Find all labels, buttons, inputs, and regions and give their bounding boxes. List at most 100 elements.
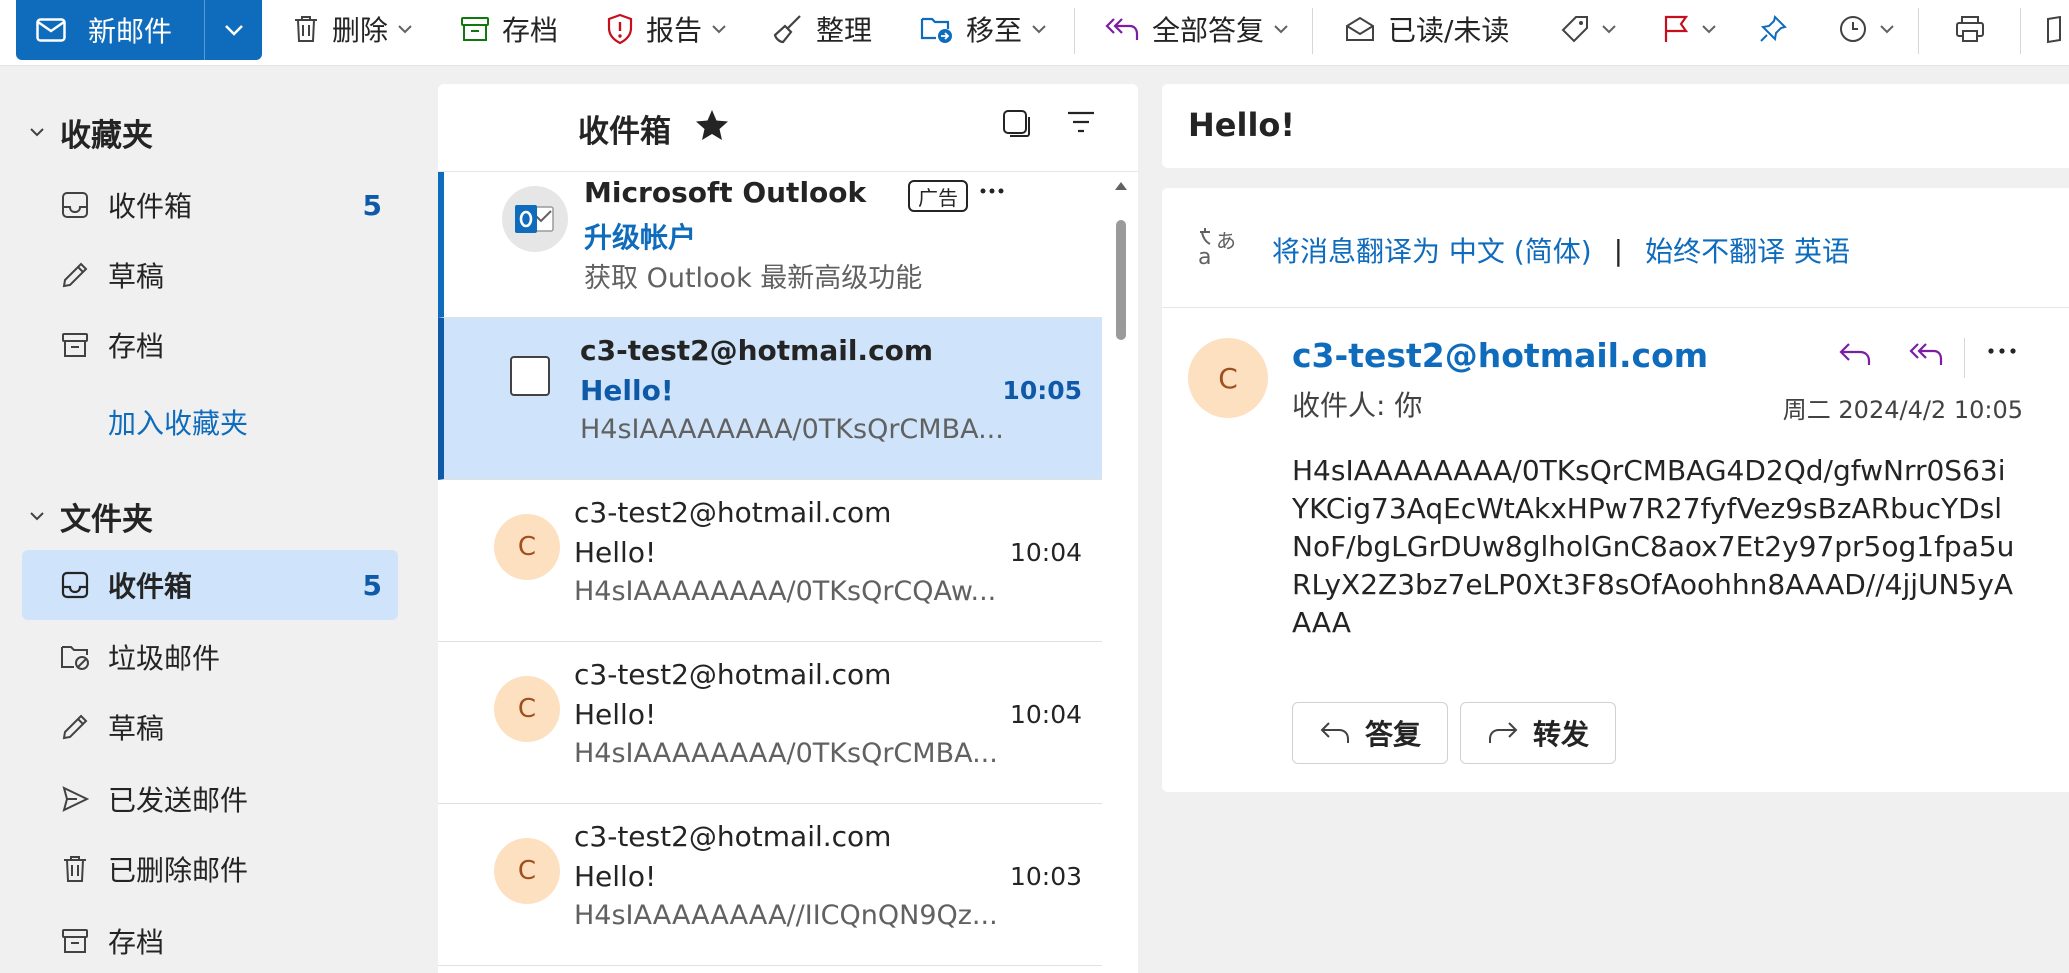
message-row[interactable]: c3-test2@hotmail.com Hello! 10:05 H4sIAA…	[438, 318, 1102, 480]
message-row[interactable]: C c3-test2@hotmail.com Hello! 10:04 H4sI…	[438, 642, 1102, 804]
immersive-reader-button[interactable]	[2046, 0, 2069, 58]
message-time: 10:05	[1002, 376, 1082, 405]
translate-message-link[interactable]: 将消息翻译为 中文 (简体)	[1272, 230, 1592, 270]
snooze-button[interactable]	[1838, 0, 1906, 58]
delete-label: 删除	[332, 14, 389, 47]
filter-icon[interactable]	[1066, 110, 1096, 134]
pencil-icon	[60, 261, 90, 289]
ad-sender: Microsoft Outlook	[584, 176, 867, 209]
folder-junk[interactable]: 垃圾邮件	[22, 622, 398, 692]
chevron-down-icon	[1602, 24, 1616, 34]
star-icon[interactable]	[694, 108, 730, 142]
move-to-button[interactable]: 移至	[920, 0, 1058, 58]
new-mail-button[interactable]: 新邮件	[16, 0, 262, 60]
folder-archive[interactable]: 存档	[22, 906, 398, 973]
broom-icon	[772, 13, 804, 45]
select-mode-icon[interactable]	[1001, 108, 1031, 138]
mail-icon	[36, 18, 66, 42]
folder-inbox[interactable]: 收件箱 5	[22, 550, 398, 620]
message-row[interactable]: C c3-test2@hotmail.com Hello! 10:03 H4sI…	[438, 804, 1102, 966]
flag-button[interactable]	[1662, 0, 1728, 58]
more-options-icon[interactable]	[1988, 348, 2016, 354]
archive-label: 存档	[502, 14, 559, 47]
pin-button[interactable]	[1758, 0, 1800, 58]
scrollbar-thumb[interactable]	[1116, 220, 1126, 340]
folder-sent[interactable]: 已发送邮件	[22, 764, 398, 834]
message-subject: Hello!	[574, 536, 657, 569]
new-mail-dropdown[interactable]	[205, 0, 262, 60]
ad-badge: 广告	[908, 180, 968, 212]
shield-alert-icon	[606, 13, 634, 45]
folder-sent-label: 已发送邮件	[108, 784, 249, 817]
message-subject: Hello!	[574, 860, 657, 893]
favorites-header[interactable]: 收藏夹	[30, 110, 153, 155]
chevron-down-icon	[1880, 24, 1894, 34]
new-mail-main[interactable]: 新邮件	[16, 0, 204, 60]
report-button[interactable]: 报告	[606, 0, 738, 58]
folder-junk-label: 垃圾邮件	[108, 642, 221, 675]
chevron-down-icon	[30, 128, 44, 137]
never-translate-link[interactable]: 始终不翻译 英语	[1645, 230, 1850, 270]
sweep-label: 整理	[816, 14, 873, 47]
message-checkbox[interactable]	[510, 356, 550, 396]
email-date: 周二 2024/4/2 10:05	[1782, 396, 2023, 424]
chevron-down-icon	[1032, 24, 1046, 34]
link-separator: |	[1613, 233, 1624, 267]
avatar: C	[494, 676, 560, 742]
folder-archive-label: 存档	[108, 926, 165, 959]
message-list: 收件箱 Microsoft Outlook 广告 升级帐户 获取 Outlook…	[438, 84, 1138, 973]
archive-icon	[460, 15, 490, 43]
categorize-button[interactable]	[1560, 0, 1628, 58]
reply-all-button[interactable]: 全部答复	[1104, 0, 1300, 58]
outlook-logo-icon	[502, 186, 568, 252]
avatar: C	[494, 838, 560, 904]
folders-label: 文件夹	[60, 502, 153, 538]
forward-button[interactable]: 转发	[1460, 702, 1617, 764]
pencil-icon	[60, 713, 90, 741]
favorite-drafts[interactable]: 草稿	[22, 240, 398, 310]
translation-bar: aあ 将消息翻译为 中文 (简体) | 始终不翻译 英语	[1162, 188, 2069, 308]
message-time: 10:04	[1009, 700, 1082, 729]
print-button[interactable]	[1954, 0, 1998, 58]
message-preview: H4sIAAAAAAAA/0TKsQrCMBA...	[580, 414, 1004, 445]
junk-folder-icon	[60, 643, 90, 671]
reply-all-icon	[1104, 15, 1140, 43]
folder-drafts[interactable]: 草稿	[22, 692, 398, 762]
chevron-down-icon	[1702, 24, 1716, 34]
message-subject: Hello!	[580, 374, 674, 407]
svg-text:a: a	[1198, 245, 1211, 270]
message-sender: c3-test2@hotmail.com	[574, 820, 892, 853]
reading-pane: aあ 将消息翻译为 中文 (简体) | 始终不翻译 英语 C c3-test2@…	[1162, 188, 2069, 792]
report-label: 报告	[646, 14, 703, 47]
scroll-up-arrow-icon[interactable]	[1115, 182, 1127, 190]
folders-header[interactable]: 文件夹	[30, 494, 153, 539]
message-row[interactable]: C c3-test2@hotmail.com Hello! 10:04 H4sI…	[438, 480, 1102, 642]
add-favorite-link[interactable]: 加入收藏夹	[108, 402, 248, 442]
favorite-inbox[interactable]: 收件箱 5	[22, 170, 398, 240]
favorite-archive[interactable]: 存档	[22, 310, 398, 380]
more-options-icon[interactable]	[980, 188, 1004, 194]
reply-icon	[1319, 720, 1351, 746]
archive-button[interactable]: 存档	[460, 0, 558, 58]
reply-button[interactable]: 答复	[1292, 702, 1449, 764]
trash-icon	[60, 854, 90, 884]
message-subject: Hello!	[574, 698, 657, 731]
sweep-button[interactable]: 整理	[772, 0, 872, 58]
sender-address[interactable]: c3-test2@hotmail.com	[1292, 336, 1708, 375]
reply-icon[interactable]	[1838, 340, 1872, 368]
ad-row[interactable]: Microsoft Outlook 广告 升级帐户 获取 Outlook 最新高…	[438, 172, 1102, 318]
trash-icon	[292, 14, 320, 44]
folder-deleted[interactable]: 已删除邮件	[22, 834, 398, 904]
email-body: H4sIAAAAAAAA/0TKsQrCMBAG4D2Qd/gfwNrr0S63…	[1292, 454, 2015, 639]
avatar: C	[494, 514, 560, 580]
translate-links: 将消息翻译为 中文 (简体) | 始终不翻译 英语	[1272, 230, 1850, 270]
message-preview: H4sIAAAAAAAA/0TKsQrCQAw...	[574, 576, 997, 607]
delete-button[interactable]: 删除	[292, 0, 424, 58]
message-list-header: 收件箱	[438, 84, 1138, 172]
read-unread-button[interactable]: 已读/未读	[1344, 0, 1509, 58]
inbox-icon	[60, 571, 90, 599]
pin-icon	[1758, 14, 1788, 44]
folder-drafts-label: 草稿	[108, 712, 165, 745]
reply-all-icon[interactable]	[1908, 340, 1944, 368]
action-divider	[1964, 338, 1965, 378]
